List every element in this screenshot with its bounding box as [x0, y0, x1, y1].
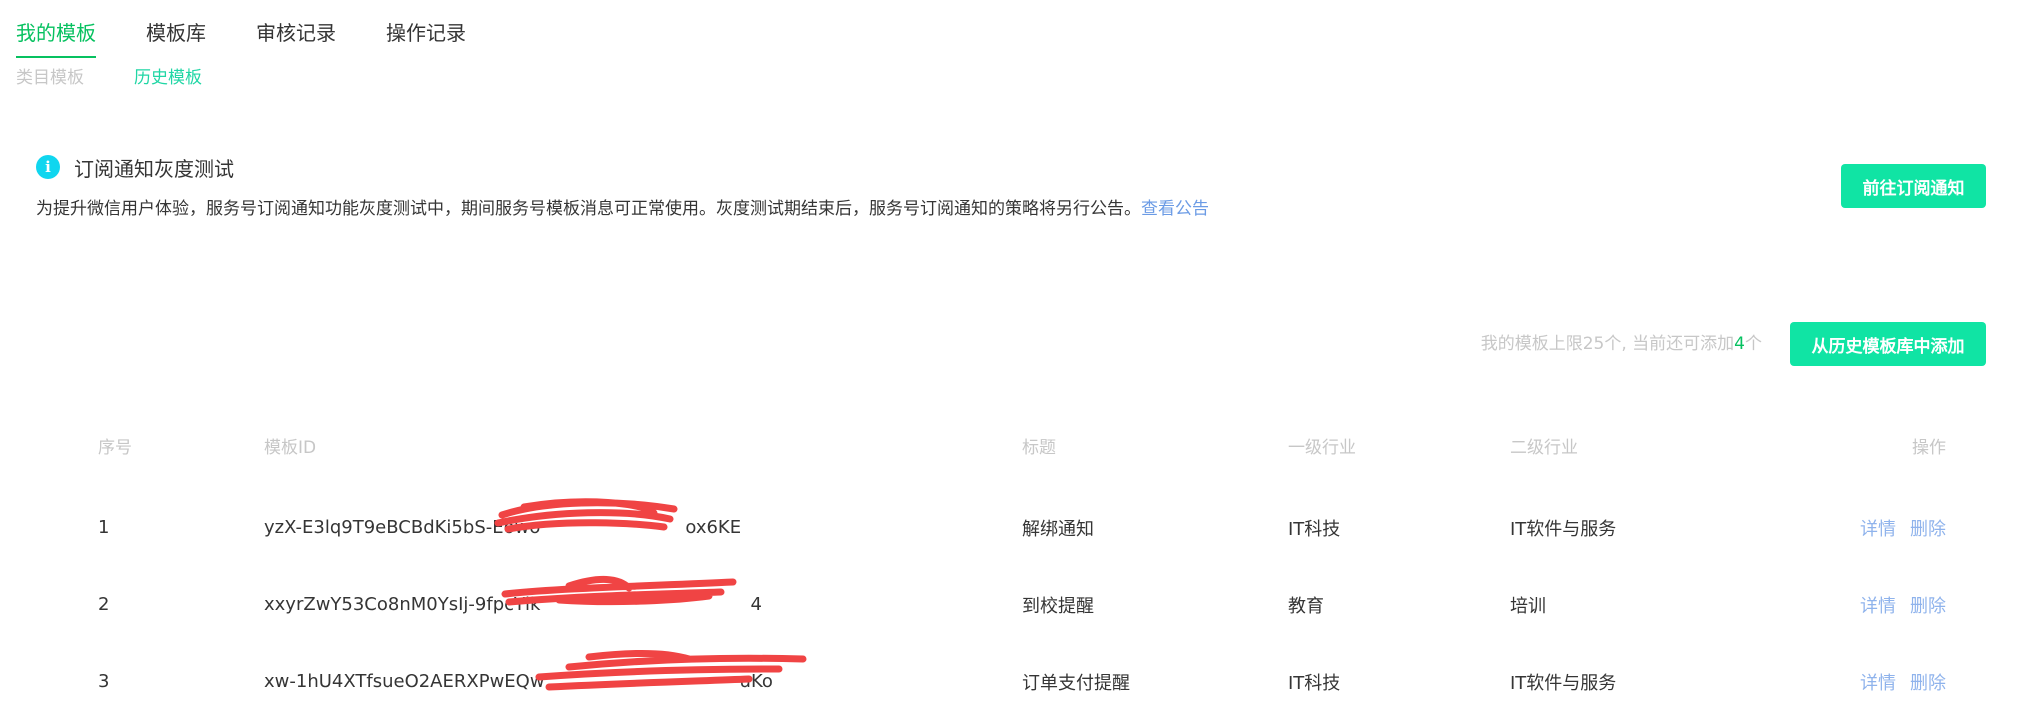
limit-suffix: 个 — [1745, 334, 1762, 354]
limit-prefix: 我的模板上限25个, 当前还可添加 — [1480, 334, 1735, 354]
cell-title: 到校提醒 — [1022, 595, 1094, 617]
table-row: 2 xxyrZwY53Co8nM0YsIj-9fpcYlk 4 到校提醒 教育 培… — [98, 566, 1960, 643]
add-from-history-button[interactable]: 从历史模板库中添加 — [1790, 322, 1986, 366]
delete-link[interactable]: 删除 — [1910, 673, 1946, 694]
limit-count: 4 — [1734, 334, 1745, 354]
notice-banner: i 订阅通知灰度测试 为提升微信用户体验，服务号订阅通知功能灰度测试中，期间服务… — [36, 153, 1986, 223]
cell-template-id: xw-1hU4XTfsueO2AERXPwEQw uKo — [264, 649, 1022, 692]
cell-industry1: IT科技 — [1288, 672, 1341, 694]
tab-my-templates[interactable]: 我的模板 — [16, 14, 96, 58]
template-table: 序号 模板ID 标题 一级行业 二级行业 操作 1 yzX-E3lq9T9eBC… — [98, 425, 1960, 703]
header-title: 标题 — [1022, 437, 1056, 458]
sub-tabs: 类目模板 历史模板 — [16, 66, 252, 90]
delete-link[interactable]: 删除 — [1910, 596, 1946, 617]
cell-industry2: IT软件与服务 — [1510, 518, 1617, 540]
view-announcement-link[interactable]: 查看公告 — [1141, 199, 1209, 219]
cell-industry1: 教育 — [1288, 595, 1324, 617]
sub-tab-category-templates[interactable]: 类目模板 — [16, 66, 84, 90]
notice-description-text: 为提升微信用户体验，服务号订阅通知功能灰度测试中，期间服务号模板消息可正常使用。… — [36, 199, 1141, 219]
cell-template-id: xxyrZwY53Co8nM0YsIj-9fpcYlk 4 — [264, 575, 1022, 615]
template-id-tail: ox6KE — [685, 517, 742, 538]
header-industry2: 二级行业 — [1510, 437, 1578, 458]
header-template-id: 模板ID — [264, 437, 317, 458]
notice-title-row: i 订阅通知灰度测试 — [36, 153, 1986, 181]
cell-title: 订单支付提醒 — [1022, 672, 1130, 694]
cell-industry2: 培训 — [1510, 595, 1546, 617]
template-id-text: yzX-E3lq9T9eBCBdKi5bS-Eowo — [264, 517, 541, 538]
cell-industry1: IT科技 — [1288, 518, 1341, 540]
tab-template-library[interactable]: 模板库 — [146, 14, 206, 58]
cell-actions: 详情 删除 — [1810, 515, 1960, 541]
table-row: 3 xw-1hU4XTfsueO2AERXPwEQw uKo 订单支付提醒 IT科… — [98, 643, 1960, 703]
tab-operation-records[interactable]: 操作记录 — [386, 14, 466, 58]
notice-title: 订阅通知灰度测试 — [74, 156, 234, 181]
table-header: 序号 模板ID 标题 一级行业 二级行业 操作 — [98, 425, 1960, 465]
info-icon: i — [36, 155, 60, 179]
sub-tab-history-templates[interactable]: 历史模板 — [134, 66, 202, 90]
template-limit-text: 我的模板上限25个, 当前还可添加4个 — [1481, 331, 1762, 357]
header-index: 序号 — [98, 437, 132, 458]
cell-template-id: yzX-E3lq9T9eBCBdKi5bS-Eowo ox6KE — [264, 498, 1022, 538]
detail-link[interactable]: 详情 — [1860, 596, 1896, 617]
cell-actions: 详情 删除 — [1810, 669, 1960, 695]
table-row: 1 yzX-E3lq9T9eBCBdKi5bS-Eowo ox6KE 解绑通知 I… — [98, 489, 1960, 566]
cell-actions: 详情 删除 — [1810, 592, 1960, 618]
cell-index: 3 — [98, 671, 110, 692]
cell-industry2: IT软件与服务 — [1510, 672, 1617, 694]
header-industry1: 一级行业 — [1288, 437, 1356, 458]
notice-description: 为提升微信用户体验，服务号订阅通知功能灰度测试中，期间服务号模板消息可正常使用。… — [36, 197, 1986, 221]
template-id-text: xxyrZwY53Co8nM0YsIj-9fpcYlk — [264, 594, 541, 615]
top-tabs: 我的模板 模板库 审核记录 操作记录 — [16, 14, 516, 58]
template-id-tail: 4 — [750, 594, 762, 615]
detail-link[interactable]: 详情 — [1860, 519, 1896, 540]
cell-index: 1 — [98, 517, 110, 538]
template-id-text: xw-1hU4XTfsueO2AERXPwEQw — [264, 671, 545, 692]
cell-index: 2 — [98, 594, 110, 615]
go-to-subscription-button[interactable]: 前往订阅通知 — [1841, 164, 1986, 208]
cell-title: 解绑通知 — [1022, 518, 1094, 540]
header-actions: 操作 — [1912, 437, 1946, 458]
delete-link[interactable]: 删除 — [1910, 519, 1946, 540]
template-id-tail: uKo — [739, 671, 773, 692]
detail-link[interactable]: 详情 — [1860, 673, 1896, 694]
tab-review-records[interactable]: 审核记录 — [256, 14, 336, 58]
